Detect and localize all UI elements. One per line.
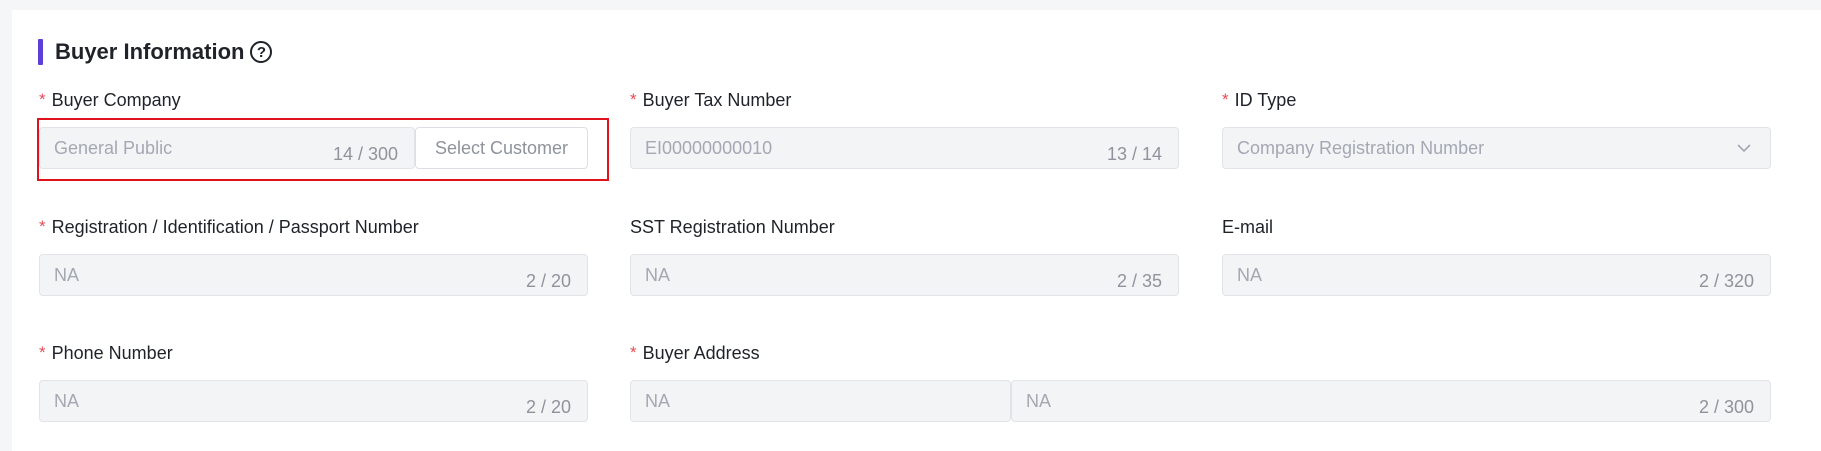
buyer-company-label: * Buyer Company: [39, 89, 181, 110]
sst-number-value: NA: [645, 265, 671, 285]
buyer-address-label: * Buyer Address: [630, 342, 760, 363]
email-label: E-mail: [1222, 216, 1274, 237]
section-title: Buyer Information: [55, 39, 245, 64]
required-mark: *: [630, 343, 637, 362]
email-value: NA: [1237, 265, 1263, 285]
sst-number-input[interactable]: NA 2 / 35: [630, 254, 1179, 296]
registration-number-label: * Registration / Identification / Passpo…: [39, 216, 419, 237]
accent-bar: [38, 39, 43, 65]
id-type-select[interactable]: Company Registration Number: [1222, 127, 1771, 169]
buyer-tax-number-input[interactable]: EI00000000010 13 / 14: [630, 127, 1179, 169]
buyer-tax-number-label: * Buyer Tax Number: [630, 89, 792, 110]
required-mark: *: [39, 343, 46, 362]
section-header: Buyer Information ?: [38, 38, 273, 66]
phone-number-value: NA: [54, 391, 80, 411]
phone-number-input[interactable]: NA 2 / 20: [39, 380, 588, 422]
char-count: 13 / 14: [1106, 144, 1162, 164]
email-input[interactable]: NA 2 / 320: [1222, 254, 1771, 296]
registration-number-input[interactable]: NA 2 / 20: [39, 254, 588, 296]
required-mark: *: [1222, 90, 1229, 109]
buyer-address-input[interactable]: NA 2 / 300: [1011, 380, 1771, 422]
char-count: 2 / 35: [1116, 271, 1162, 291]
id-type-value: Company Registration Number: [1237, 138, 1485, 158]
char-count: 2 / 300: [1698, 397, 1754, 417]
buyer-company-placeholder: General Public: [54, 138, 173, 158]
question-circle-icon[interactable]: ?: [250, 41, 273, 63]
select-customer-button[interactable]: Select Customer: [415, 127, 588, 169]
buyer-address-country-value: NA: [645, 391, 671, 411]
chevron-down-icon: [1737, 144, 1751, 153]
buyer-company-input[interactable]: General Public 14 / 300: [39, 127, 415, 169]
buyer-address-value: NA: [1026, 391, 1052, 411]
required-mark: *: [630, 90, 637, 109]
phone-number-label: * Phone Number: [39, 342, 173, 363]
char-count: 14 / 300: [332, 144, 398, 164]
required-mark: *: [39, 90, 46, 109]
registration-number-value: NA: [54, 265, 80, 285]
char-count: 2 / 20: [525, 271, 571, 291]
buyer-tax-number-value: EI00000000010: [645, 138, 773, 158]
id-type-label: * ID Type: [1222, 89, 1297, 110]
sst-number-label: SST Registration Number: [630, 216, 835, 237]
char-count: 2 / 320: [1698, 271, 1754, 291]
buyer-address-country-input[interactable]: NA: [630, 380, 1011, 422]
required-mark: *: [39, 217, 46, 236]
char-count: 2 / 20: [525, 397, 571, 417]
